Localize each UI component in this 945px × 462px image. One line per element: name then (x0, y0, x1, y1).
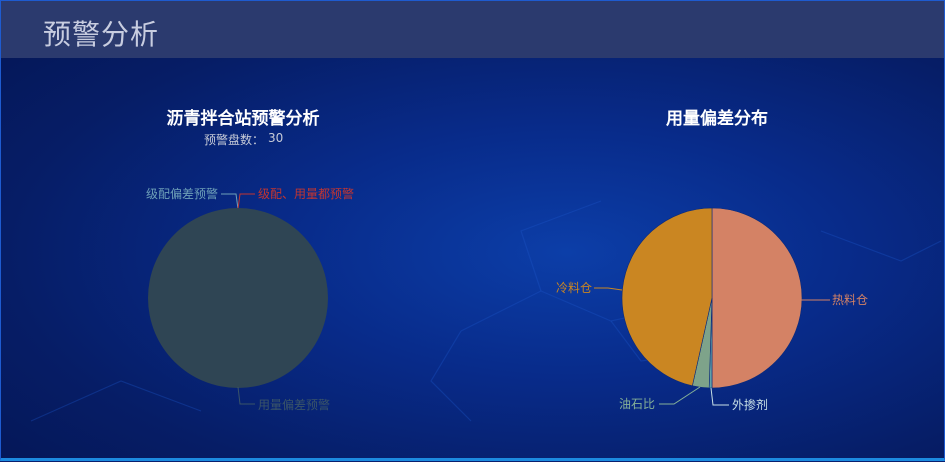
chart-2-label-line-2 (659, 386, 701, 405)
chart-2-slice-0[interactable] (711, 207, 803, 389)
chart-2-label-0: 热料仓 (832, 293, 868, 307)
chart-2-slice-3[interactable] (621, 207, 713, 387)
chart-2-label-3: 冷料仓 (556, 281, 592, 295)
chart-2-label-1: 外掺剂 (732, 397, 768, 412)
chart-2-svg: 热料仓外掺剂 油石比 冷料仓 (556, 207, 868, 412)
chart-2-label-line-1 (710, 387, 729, 406)
chart-2-label-2: 油石比 (619, 397, 655, 411)
chart-2-label-line-3 (594, 287, 623, 291)
